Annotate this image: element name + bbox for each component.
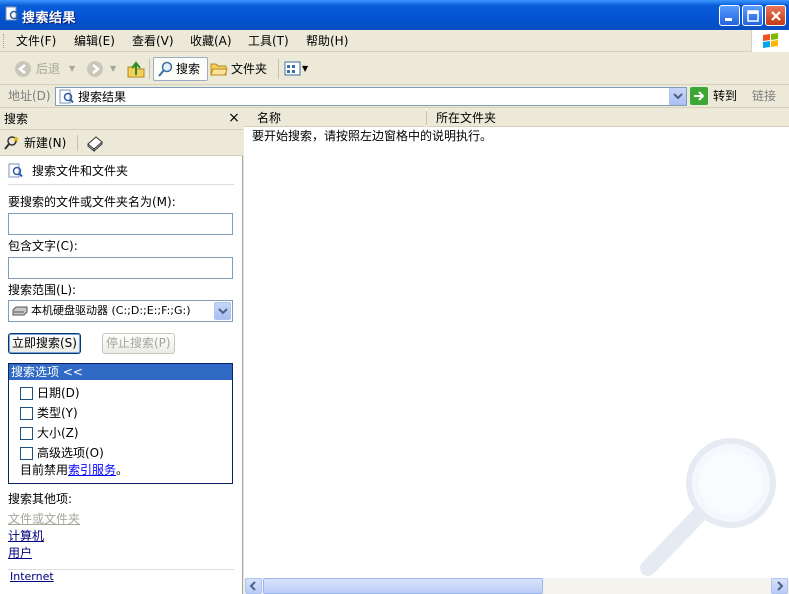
chevron-down-icon [673, 93, 683, 100]
filename-input[interactable] [8, 213, 233, 235]
address-dropdown-button[interactable] [669, 88, 686, 105]
views-button[interactable]: ▼ [284, 57, 310, 81]
folder-icon [210, 63, 228, 76]
magnifier-watermark-icon [640, 438, 776, 576]
search-scope-value: 本机硬盘驱动器 (C:;D:;E:;F:;G:) [31, 304, 191, 317]
window-title: 搜索结果 [22, 11, 77, 26]
scroll-left-button[interactable] [245, 578, 262, 594]
name-field-label: 要搜索的文件或文件夹名为(M): [8, 195, 176, 209]
chevron-right-icon [777, 581, 784, 591]
menu-bar: 文件(F) 编辑(E) 查看(V) 收藏(A) 工具(T) 帮助(H) [0, 30, 789, 52]
chevron-left-icon [249, 581, 256, 591]
assistant-book-icon [87, 136, 103, 153]
scroll-right-button[interactable] [771, 578, 788, 594]
forward-button[interactable]: ▼ [86, 57, 126, 81]
pane-toolbar-separator [77, 135, 78, 151]
address-input[interactable]: 搜索结果 [55, 87, 687, 106]
horizontal-scrollbar[interactable] [244, 578, 789, 594]
text-field-label: 包含文字(C): [8, 239, 78, 253]
other-search-heading: 搜索其他项: [8, 492, 73, 506]
address-value: 搜索结果 [78, 90, 127, 104]
address-label: 地址(D) [8, 89, 51, 103]
internet-search-link[interactable]: Internet [10, 569, 54, 585]
scope-label: 搜索范围(L): [8, 283, 77, 297]
windows-logo [751, 30, 789, 52]
indexing-service-link[interactable]: 索引服务 [68, 463, 116, 477]
other-people-link[interactable]: 用户 [8, 545, 32, 561]
menu-edit[interactable]: 编辑(E) [72, 33, 117, 49]
column-header-name[interactable]: 名称 [244, 108, 426, 127]
links-toolbar[interactable]: 链接 [752, 88, 776, 104]
search-pane-toolbar: 新建(N) [0, 130, 243, 156]
results-hint: 要开始搜索，请按照左边窗格中的说明执行。 [252, 129, 493, 143]
go-arrow-icon [690, 87, 708, 105]
search-results-icon [59, 89, 74, 104]
standard-toolbar: 后退 ▼ ▼ 搜索 文件夹 ▼ [0, 53, 789, 85]
hard-drive-icon [12, 306, 28, 316]
up-folder-button[interactable] [126, 57, 146, 81]
stop-search-button[interactable]: 停止搜索(P) [102, 333, 175, 354]
other-files-folders-link[interactable]: 文件或文件夹 [8, 511, 80, 527]
contains-text-input[interactable] [8, 257, 233, 279]
search-pane-header: 搜索 × [0, 108, 243, 130]
back-arrow-icon [15, 61, 31, 77]
search-button[interactable]: 搜索 [153, 57, 208, 81]
folders-button[interactable]: 文件夹 [210, 57, 270, 81]
address-bar: 地址(D) 搜索结果 转到 链接 [0, 85, 789, 108]
menu-help[interactable]: 帮助(H) [304, 33, 350, 49]
checkbox-box[interactable] [20, 407, 33, 420]
search-scope-select[interactable]: 本机硬盘驱动器 (C:;D:;E:;F:;G:) [8, 300, 233, 322]
other-computers-link[interactable]: 计算机 [8, 528, 44, 544]
menu-file[interactable]: 文件(F) [14, 33, 58, 49]
assistant-button[interactable] [86, 134, 104, 153]
search-pane: 搜索 × 新建(N) 搜索文件和文件夹 要搜索的文件或文件夹名为(M): 包含文… [0, 108, 243, 594]
maximize-button[interactable] [742, 5, 763, 26]
checkbox-box[interactable] [20, 447, 33, 460]
toolbar-separator [149, 59, 150, 79]
forward-arrow-icon [87, 61, 103, 77]
divider [8, 184, 234, 185]
views-dropdown-icon: ▼ [302, 64, 309, 73]
scope-dropdown-button[interactable] [214, 302, 231, 320]
search-pane-close-button[interactable]: × [226, 110, 242, 126]
menu-grip[interactable] [3, 34, 6, 48]
close-button[interactable] [765, 5, 786, 26]
scrollbar-thumb[interactable] [263, 578, 543, 594]
search-pane-title: 搜索 [4, 112, 29, 126]
new-search-icon [4, 136, 19, 150]
search-window-icon [4, 6, 20, 22]
up-folder-icon [127, 61, 145, 78]
indexing-service-note: 目前禁用索引服务。 [20, 463, 129, 477]
search-files-icon [8, 163, 23, 178]
search-options-header[interactable]: 搜索选项 << [9, 364, 232, 380]
back-button[interactable]: 后退 ▼ [14, 57, 76, 81]
minimize-button[interactable] [719, 5, 740, 26]
checkbox-box[interactable] [20, 387, 33, 400]
search-icon [158, 61, 173, 77]
menu-tools[interactable]: 工具(T) [246, 33, 291, 49]
maximize-icon [747, 10, 759, 22]
search-files-title: 搜索文件和文件夹 [32, 164, 129, 178]
column-header-folder[interactable]: 所在文件夹 [427, 108, 789, 127]
minimize-icon [725, 18, 732, 21]
checkbox-box[interactable] [20, 427, 33, 440]
search-options-panel: 搜索选项 << 日期(D) 类型(Y) 大小(Z) 高级选项(O) 目前禁用索引… [8, 363, 233, 484]
title-bar: 搜索结果 [0, 0, 789, 30]
close-icon [771, 11, 781, 21]
back-dropdown-icon[interactable]: ▼ [69, 57, 75, 81]
chevron-down-icon [218, 308, 228, 315]
menu-view[interactable]: 查看(V) [130, 33, 176, 49]
views-icon [284, 61, 301, 76]
results-pane: 名称 所在文件夹 要开始搜索，请按照左边窗格中的说明执行。 [244, 108, 789, 594]
toolbar-separator [278, 59, 279, 79]
forward-dropdown-icon[interactable]: ▼ [110, 57, 116, 81]
menu-favorites[interactable]: 收藏(A) [188, 33, 234, 49]
search-now-button[interactable]: 立即搜索(S) [8, 333, 81, 354]
